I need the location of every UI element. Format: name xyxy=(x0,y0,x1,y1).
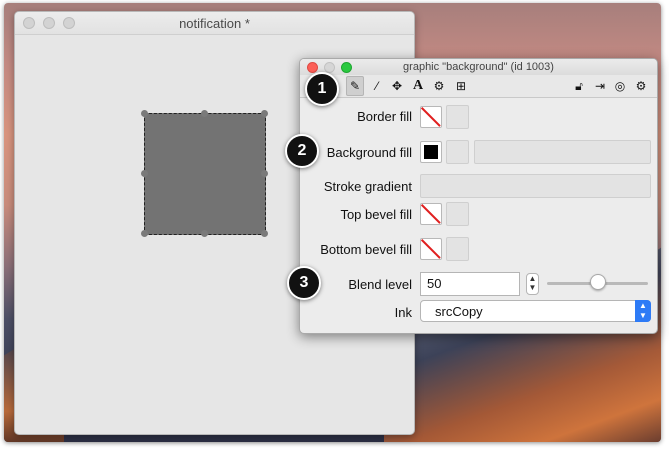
background-graphic[interactable] xyxy=(144,113,266,235)
top-bevel-fill-pattern[interactable] xyxy=(446,202,469,226)
ink-select-value: srcCopy xyxy=(435,304,483,319)
export-icon[interactable]: ⇥ xyxy=(591,77,609,95)
border-fill-label: Border fill xyxy=(357,109,412,124)
resize-handle[interactable] xyxy=(201,230,208,237)
background-fill-field[interactable] xyxy=(474,140,651,164)
ink-label: Ink xyxy=(394,305,412,320)
callout-badge-1: 1 xyxy=(305,72,339,106)
inspector-palette: graphic "background" (id 1003) ✎ ⁄ ✥ A ⚙… xyxy=(299,58,658,334)
settings-icon[interactable]: ⚙ xyxy=(632,77,650,95)
blend-level-slider-thumb[interactable] xyxy=(589,274,606,290)
inspector-titlebar[interactable]: graphic "background" (id 1003) xyxy=(300,59,657,75)
bottom-bevel-fill-pattern[interactable] xyxy=(446,237,469,261)
move-icon[interactable]: ✥ xyxy=(388,77,406,95)
bottom-bevel-fill-well[interactable] xyxy=(420,238,442,260)
background-fill-pattern[interactable] xyxy=(446,140,469,164)
document-title: notification * xyxy=(179,16,250,31)
magic-wand-icon[interactable]: ⁄ xyxy=(368,77,386,95)
top-bevel-fill-label: Top bevel fill xyxy=(340,207,412,222)
stroke-gradient-field[interactable] xyxy=(420,174,651,198)
inspector-title: graphic "background" (id 1003) xyxy=(403,61,554,73)
blend-level-stepper[interactable]: ▲ ▼ xyxy=(526,273,539,295)
resize-handle[interactable] xyxy=(261,110,268,117)
text-icon[interactable]: A xyxy=(409,77,427,95)
resize-handle[interactable] xyxy=(141,110,148,117)
ink-select[interactable]: srcCopy ▲ ▼ xyxy=(420,300,651,322)
resize-icon[interactable]: ⊞ xyxy=(452,77,470,95)
resize-handle[interactable] xyxy=(261,170,268,177)
blend-level-input[interactable]: 50 xyxy=(420,272,520,296)
callout-badge-3: 3 xyxy=(287,266,321,300)
document-titlebar[interactable]: notification * xyxy=(15,12,414,35)
top-bevel-fill-well[interactable] xyxy=(420,203,442,225)
gears-icon[interactable]: ⚙ xyxy=(430,77,448,95)
target-icon[interactable]: ◎ xyxy=(611,77,629,95)
resize-handle[interactable] xyxy=(201,110,208,117)
callout-badge-2: 2 xyxy=(285,134,319,168)
lock-icon[interactable]: 🔓︎ xyxy=(570,77,588,95)
chevron-updown-icon: ▲ ▼ xyxy=(635,300,651,322)
pencil-icon[interactable]: ✎ xyxy=(346,76,364,96)
resize-handle[interactable] xyxy=(261,230,268,237)
border-fill-pattern[interactable] xyxy=(446,105,469,129)
resize-handle[interactable] xyxy=(141,230,148,237)
border-fill-well[interactable] xyxy=(420,106,442,128)
inspector-toolbar: ✎ ⁄ ✥ A ⚙ ⊞ 🔓︎ ⇥ ◎ ⚙ xyxy=(300,75,657,98)
resize-handle[interactable] xyxy=(141,170,148,177)
stroke-gradient-label: Stroke gradient xyxy=(323,179,412,194)
bottom-bevel-fill-label: Bottom bevel fill xyxy=(320,242,412,257)
background-fill-well[interactable] xyxy=(420,141,442,163)
